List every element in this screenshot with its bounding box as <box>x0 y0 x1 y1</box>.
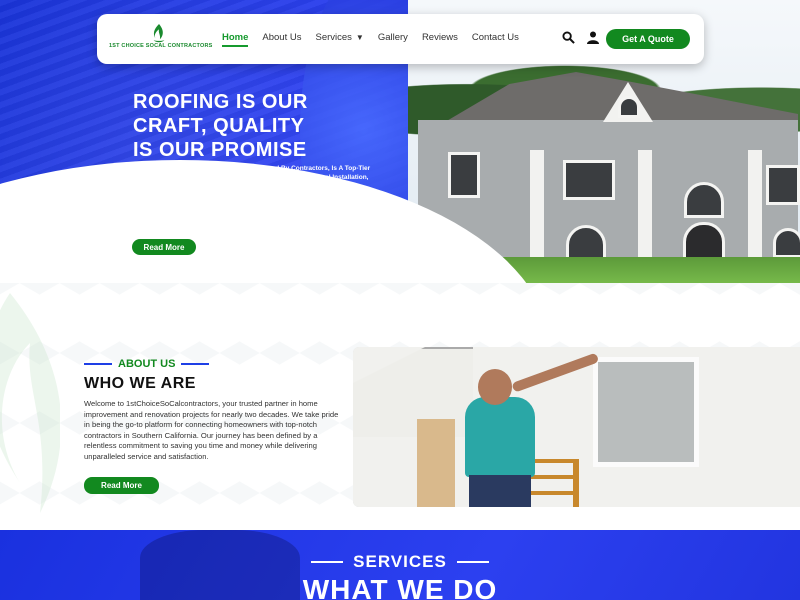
about-section: ABOUT US WHO WE ARE Welcome to 1stChoice… <box>0 283 800 530</box>
caret-down-icon: ▼ <box>355 33 364 42</box>
hero-title-line-1: ROOFING IS OUR <box>133 91 308 113</box>
nav-item-services[interactable]: Services ▼ <box>315 32 363 47</box>
kicker-line-left <box>84 363 112 365</box>
kicker-line-right <box>456 561 489 563</box>
nav-item-contact-us[interactable]: Contact Us <box>472 32 519 47</box>
about-read-more-button[interactable]: Read More <box>84 477 159 494</box>
flame-leaf-icon <box>153 24 165 43</box>
nav-item-services-label: Services <box>315 32 352 43</box>
about-description: Welcome to 1stChoiceSoCalcontractors, yo… <box>84 399 339 461</box>
kicker-line-right <box>181 363 210 365</box>
site-header: 1ST CHOICE SOCAL CONTRACTORS Home About … <box>97 14 704 64</box>
header-icons <box>562 31 599 44</box>
services-kicker-text: SERVICES <box>353 552 447 571</box>
hero-title: ROOFING IS OUR CRAFT, QUALITY IS OUR PRO… <box>133 90 393 162</box>
contractor-photo <box>353 347 800 507</box>
hero-title-line-3: IS OUR PROMISE <box>133 139 307 161</box>
about-kicker: ABOUT US <box>84 358 210 370</box>
kicker-line-left <box>311 561 344 563</box>
get-a-quote-button[interactable]: Get A Quote <box>606 29 690 49</box>
user-icon[interactable] <box>587 31 599 44</box>
site-logo[interactable]: 1ST CHOICE SOCAL CONTRACTORS <box>109 23 213 57</box>
nav-item-reviews[interactable]: Reviews <box>422 32 458 47</box>
logo-text: 1ST CHOICE SOCAL CONTRACTORS <box>109 43 213 49</box>
leaf-watermark-icon <box>0 293 60 513</box>
about-title: WHO WE ARE <box>84 375 196 392</box>
nav-item-about-us[interactable]: About Us <box>262 32 301 47</box>
nav-item-gallery[interactable]: Gallery <box>378 32 408 47</box>
services-kicker: SERVICES <box>0 552 800 572</box>
hero-description: A GAF Certified 50-Year Warranty Roof, O… <box>133 165 371 226</box>
hero-title-line-2: CRAFT, QUALITY <box>133 115 305 137</box>
hero-read-more-button[interactable]: Read More <box>132 239 196 255</box>
search-icon[interactable] <box>562 31 575 44</box>
about-kicker-text: ABOUT US <box>118 358 176 370</box>
nav-item-home[interactable]: Home <box>222 32 249 47</box>
main-nav: Home About Us Services ▼ Gallery Reviews … <box>222 32 519 47</box>
services-section: SERVICES WHAT WE DO <box>0 530 800 600</box>
services-title: WHAT WE DO <box>302 574 498 600</box>
